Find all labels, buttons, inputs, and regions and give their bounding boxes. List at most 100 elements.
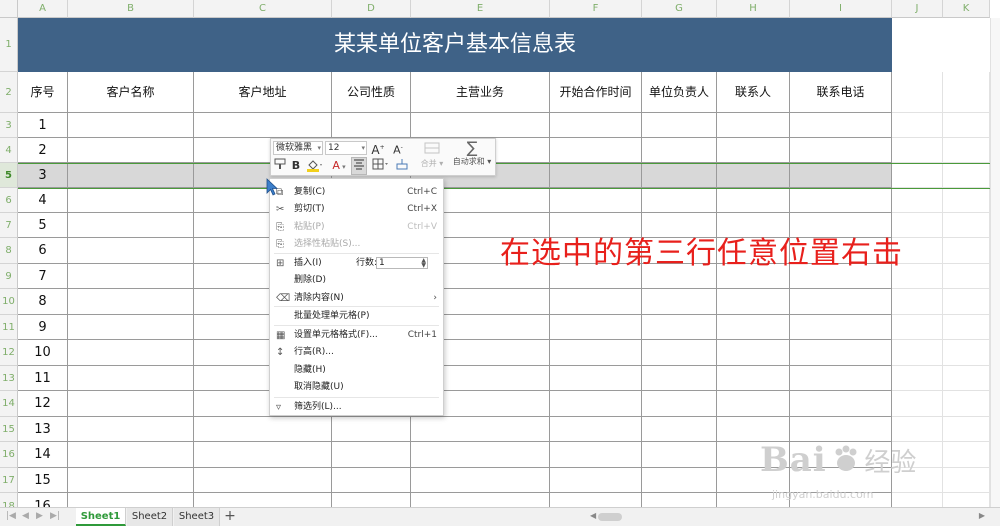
table-cell[interactable]: [332, 113, 411, 138]
table-cell[interactable]: [550, 289, 642, 315]
table-cell[interactable]: [332, 493, 411, 507]
scroll-right-icon[interactable]: ▶: [979, 511, 985, 520]
row-header-16[interactable]: 16: [0, 442, 18, 468]
table-cell[interactable]: [194, 113, 332, 138]
table-cell[interactable]: [790, 188, 892, 213]
font-name-select[interactable]: 微软雅黑 ▾: [273, 141, 323, 155]
table-cell[interactable]: 10: [18, 340, 68, 366]
table-cell[interactable]: [943, 264, 990, 289]
row-header-3[interactable]: 3: [0, 113, 18, 138]
table-cell[interactable]: [411, 442, 550, 468]
table-cell[interactable]: 3: [18, 163, 68, 188]
table-cell[interactable]: [943, 188, 990, 213]
table-cell[interactable]: [717, 417, 790, 442]
spinner-icon[interactable]: ▲ ▼: [421, 258, 426, 269]
table-cell[interactable]: [550, 163, 642, 188]
table-cell[interactable]: [68, 188, 194, 213]
row-header-8[interactable]: 8: [0, 238, 18, 264]
bold-button[interactable]: B: [289, 158, 303, 174]
table-cell[interactable]: [943, 468, 990, 493]
table-cell[interactable]: [892, 113, 943, 138]
table-cell[interactable]: [790, 138, 892, 163]
row-header-7[interactable]: 7: [0, 213, 18, 238]
prev-sheet-icon[interactable]: ◀: [22, 511, 29, 521]
table-cell[interactable]: [790, 163, 892, 188]
table-cell[interactable]: [68, 315, 194, 340]
scroll-thumb[interactable]: [598, 513, 622, 521]
table-cell[interactable]: [943, 417, 990, 442]
table-cell[interactable]: [642, 163, 717, 188]
table-cell[interactable]: [943, 340, 990, 366]
table-cell[interactable]: [68, 340, 194, 366]
table-cell[interactable]: [943, 289, 990, 315]
sheet-title[interactable]: 某某单位客户基本信息表: [18, 18, 892, 72]
table-cell[interactable]: [550, 442, 642, 468]
column-header-d[interactable]: D: [332, 0, 411, 18]
table-cell[interactable]: 5: [18, 213, 68, 238]
table-cell[interactable]: [943, 113, 990, 138]
add-sheet-button[interactable]: +: [222, 508, 238, 526]
tab-sheet3[interactable]: Sheet3: [174, 508, 220, 526]
autosum-button[interactable]: ∑ 自动求和 ▾: [451, 139, 493, 167]
table-cell[interactable]: [550, 493, 642, 507]
table-cell[interactable]: [194, 468, 332, 493]
table-cell[interactable]: [642, 468, 717, 493]
header-cell[interactable]: 客户名称: [68, 72, 194, 113]
table-cell[interactable]: 2: [18, 138, 68, 163]
font-size-select[interactable]: 12 ▾: [325, 141, 367, 155]
table-cell[interactable]: [717, 289, 790, 315]
table-cell[interactable]: [68, 442, 194, 468]
table-cell[interactable]: [642, 493, 717, 507]
row-header-15[interactable]: 15: [0, 417, 18, 442]
table-cell[interactable]: [550, 188, 642, 213]
table-cell[interactable]: 11: [18, 366, 68, 391]
table-cell[interactable]: [642, 417, 717, 442]
header-cell[interactable]: 联系人: [717, 72, 790, 113]
select-all-corner[interactable]: [0, 0, 18, 18]
first-sheet-icon[interactable]: |◀: [6, 511, 16, 521]
table-cell[interactable]: [642, 340, 717, 366]
table-cell[interactable]: [943, 138, 990, 163]
table-cell[interactable]: [943, 493, 990, 507]
table-cell[interactable]: 14: [18, 442, 68, 468]
table-cell[interactable]: [68, 113, 194, 138]
table-cell[interactable]: [194, 493, 332, 507]
table-cell[interactable]: [642, 113, 717, 138]
column-header-h[interactable]: H: [717, 0, 790, 18]
table-cell[interactable]: [642, 315, 717, 340]
table-cell[interactable]: [892, 366, 943, 391]
header-cell[interactable]: [943, 72, 990, 113]
table-cell[interactable]: [717, 315, 790, 340]
table-cell[interactable]: [943, 315, 990, 340]
table-cell[interactable]: [411, 493, 550, 507]
table-cell[interactable]: 12: [18, 391, 68, 417]
header-cell[interactable]: 序号: [18, 72, 68, 113]
table-cell[interactable]: [717, 188, 790, 213]
row-header-1[interactable]: 1: [0, 18, 18, 72]
table-cell[interactable]: [943, 391, 990, 417]
column-header-f[interactable]: F: [550, 0, 642, 18]
fill-down-button[interactable]: [395, 158, 409, 174]
menu-item-11[interactable]: 取消隐藏(U): [270, 379, 443, 396]
table-cell[interactable]: [550, 391, 642, 417]
align-center-button[interactable]: [351, 157, 367, 175]
table-cell[interactable]: [892, 188, 943, 213]
table-cell[interactable]: [717, 163, 790, 188]
table-cell[interactable]: [642, 138, 717, 163]
table-cell[interactable]: [717, 366, 790, 391]
table-cell[interactable]: [332, 442, 411, 468]
table-cell[interactable]: [332, 417, 411, 442]
table-cell[interactable]: [892, 391, 943, 417]
menu-item-5[interactable]: 删除(D): [270, 272, 443, 289]
row-header-9[interactable]: 9: [0, 264, 18, 289]
table-cell[interactable]: [194, 417, 332, 442]
table-cell[interactable]: [550, 366, 642, 391]
table-cell[interactable]: [892, 289, 943, 315]
table-cell[interactable]: [943, 442, 990, 468]
row-header-11[interactable]: 11: [0, 315, 18, 340]
borders-button[interactable]: [371, 158, 391, 174]
row-header-17[interactable]: 17: [0, 468, 18, 493]
table-cell[interactable]: [68, 289, 194, 315]
table-cell[interactable]: [68, 417, 194, 442]
table-cell[interactable]: [892, 315, 943, 340]
